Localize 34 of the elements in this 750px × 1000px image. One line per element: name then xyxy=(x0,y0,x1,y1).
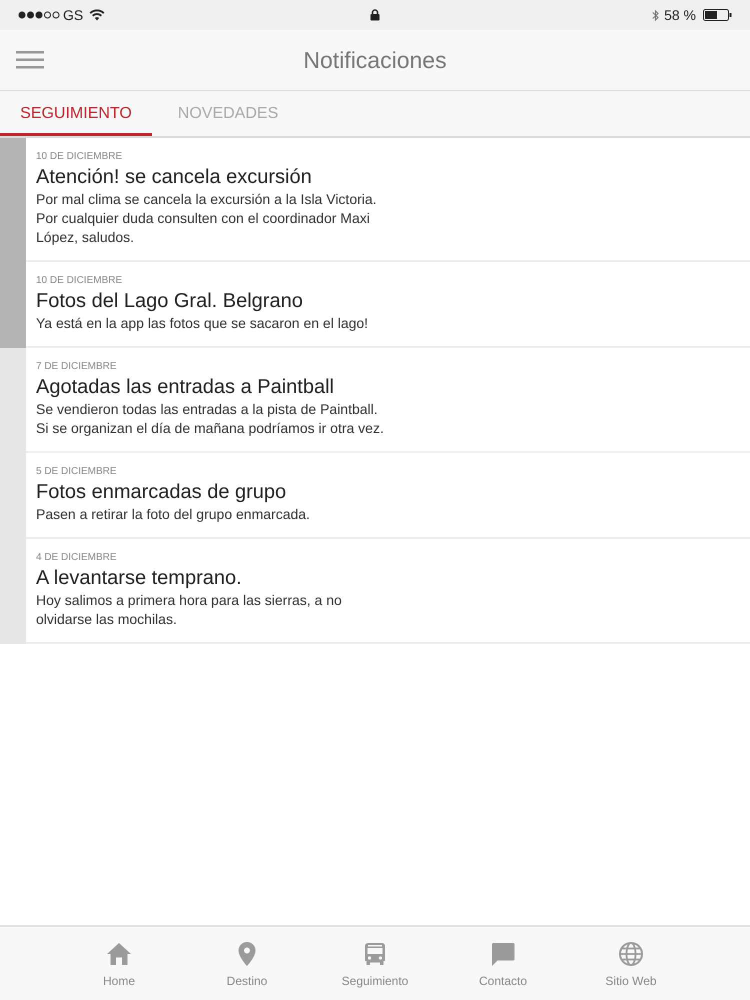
nav-tab[interactable]: Seguimiento xyxy=(311,927,439,1000)
tab[interactable]: SEGUIMIENTO xyxy=(0,91,152,136)
notification-body: Pasen a retirar la foto del grupo enmarcada. xyxy=(36,505,310,524)
page-title: Notificaciones xyxy=(303,46,447,75)
notification-date: 7 DE DICIEMBRE xyxy=(36,360,117,374)
notification-body: Hoy salimos a primera hora para las sierras, a no olvidarse las mochilas. xyxy=(36,591,342,629)
nav-tab[interactable]: Destino xyxy=(183,927,311,1000)
carrier-name: GS xyxy=(63,6,84,24)
notification-title: Atención! se cancela excursión xyxy=(36,165,312,190)
battery-percentage: 58 % xyxy=(664,6,696,24)
battery-icon xyxy=(703,9,732,21)
bus-icon[interactable] xyxy=(362,941,388,967)
lock-icon xyxy=(370,9,380,21)
nav-tab[interactable]: Home xyxy=(55,927,183,1000)
nav-tab[interactable]: Sitio Web xyxy=(567,927,695,1000)
notification-date: 10 DE DICIEMBRE xyxy=(36,150,122,164)
tab[interactable]: NOVEDADES xyxy=(152,91,304,136)
notification-body: Por mal clima se cancela la excursión a la Isla Victoria. Por cualquier duda consulten con el coordinador Maxi López, saludos. xyxy=(36,190,377,247)
notification-date: 4 DE DICIEMBRE xyxy=(36,551,117,565)
notification-body: Ya está en la app las fotos que se sacaron en el lago! xyxy=(36,314,368,333)
globe-icon[interactable] xyxy=(618,941,644,967)
bluetooth-icon xyxy=(652,8,660,22)
signal-strength-icon xyxy=(18,11,60,19)
notification-title: Fotos enmarcadas de grupo xyxy=(36,480,286,505)
notification-title: Agotadas las entradas a Paintball xyxy=(36,375,334,400)
nav-tab[interactable]: Contacto xyxy=(439,927,567,1000)
notification-body: Se vendieron todas las entradas a la pista de Paintball. Si se organizan el día de mañana podríamos ir otra vez. xyxy=(36,400,384,438)
home-icon[interactable] xyxy=(106,941,132,967)
notification-date: 10 DE DICIEMBRE xyxy=(36,274,122,288)
chat-bubble-icon[interactable] xyxy=(490,941,516,967)
notification-title: Fotos del Lago Gral. Belgrano xyxy=(36,289,303,314)
wifi-icon xyxy=(89,9,106,21)
notification-date: 5 DE DICIEMBRE xyxy=(36,465,117,479)
notification-title: A levantarse temprano. xyxy=(36,566,242,591)
